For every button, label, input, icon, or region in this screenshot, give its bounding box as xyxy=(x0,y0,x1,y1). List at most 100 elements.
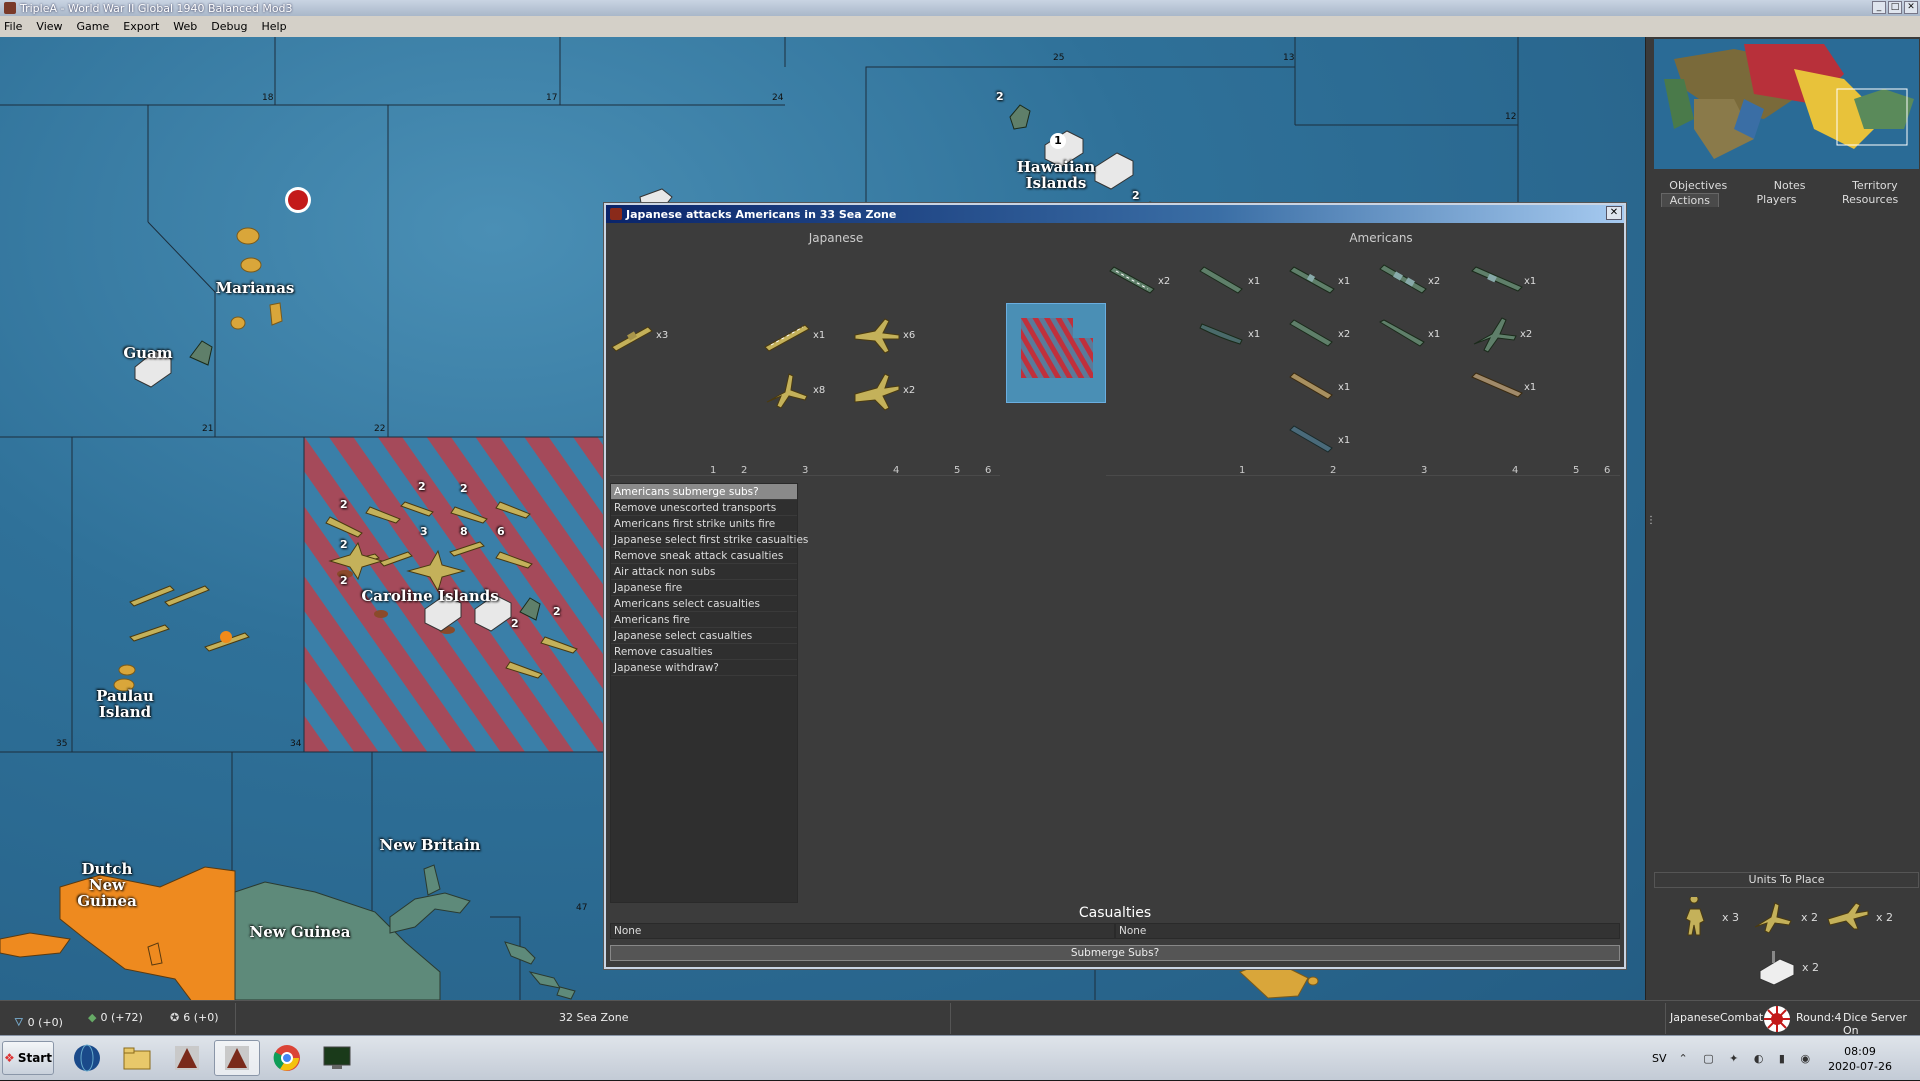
zone-number: 25 xyxy=(1053,53,1065,63)
dialog-close-button[interactable]: ✕ xyxy=(1606,206,1622,220)
zone-number: 22 xyxy=(374,424,386,434)
close-window-button[interactable]: ✕ xyxy=(1904,1,1918,14)
unit-count: 2 xyxy=(553,605,561,618)
battleship-icon xyxy=(1471,266,1523,292)
fighter-icon xyxy=(1473,317,1517,353)
defender-casualties: None xyxy=(1115,923,1620,939)
menu-debug[interactable]: Debug xyxy=(211,20,247,33)
tray-icons[interactable]: ⌃ ▢ ✦ ◐ ▮ ◉ xyxy=(1679,1052,1817,1065)
submerge-subs-button[interactable]: Submerge Subs? xyxy=(610,945,1620,961)
factory-icon xyxy=(1759,951,1795,985)
territory-label-paulau-island[interactable]: Paulau Island xyxy=(90,688,160,720)
battle-step[interactable]: Japanese fire xyxy=(611,580,797,596)
bomber-icon xyxy=(1827,902,1869,930)
territory-label-caroline-islands[interactable]: Caroline Islands xyxy=(360,588,500,604)
menu-file[interactable]: File xyxy=(4,20,22,33)
tactical-bomber-icon xyxy=(854,318,900,354)
taskbar-app-chrome[interactable] xyxy=(264,1040,310,1076)
place-unit-fighter[interactable]: x 2 xyxy=(1751,897,1818,937)
clock[interactable]: 08:09 2020-07-26 xyxy=(1828,1044,1892,1074)
battleship-icon xyxy=(1471,372,1523,398)
menu-web[interactable]: Web xyxy=(173,20,197,33)
battle-step[interactable]: Air attack non subs xyxy=(611,564,797,580)
zone-number: 18 xyxy=(262,93,274,103)
battle-step[interactable]: Americans submerge subs? xyxy=(611,484,797,500)
menu-export[interactable]: Export xyxy=(123,20,159,33)
battle-step[interactable]: Japanese select casualties xyxy=(611,628,797,644)
defender-unit-carrier: x2 xyxy=(1106,261,1170,301)
territory-label-new-guinea[interactable]: New Guinea xyxy=(245,924,355,940)
minimize-button[interactable]: _ xyxy=(1872,1,1886,14)
unit-count: 6 xyxy=(497,525,505,538)
tab-row-top: Objectives Notes Territory xyxy=(1646,179,1920,192)
battle-steps-list[interactable]: Americans submerge subs? Remove unescort… xyxy=(610,483,808,903)
destroyer-icon xyxy=(1289,425,1333,453)
attacker-dice-column: 1 xyxy=(710,465,717,476)
triplea-app-icon xyxy=(610,208,622,220)
defender-unit-cruiser: x1 xyxy=(1286,261,1350,301)
battle-step[interactable]: Remove casualties xyxy=(611,644,797,660)
tab-resources[interactable]: Resources xyxy=(1834,193,1906,207)
taskbar-app-terminal[interactable] xyxy=(314,1040,360,1076)
unit-count: 2 xyxy=(340,574,348,587)
minimap[interactable] xyxy=(1654,39,1919,169)
tab-actions[interactable]: Actions xyxy=(1660,193,1719,207)
defender-dice-column: 5 xyxy=(1573,465,1580,476)
victory-points: ✪ 6 (+0) xyxy=(170,1011,219,1024)
menu-game[interactable]: Game xyxy=(77,20,110,33)
unit-count: 2 xyxy=(340,498,348,511)
defender-dice-column: 6 xyxy=(1604,465,1611,476)
unit-count: 8 xyxy=(460,525,468,538)
territory-label-hawaiian-islands[interactable]: Hawaiian Islands xyxy=(1010,159,1102,191)
battle-step[interactable]: Remove sneak attack casualties xyxy=(611,548,797,564)
menu-view[interactable]: View xyxy=(36,20,62,33)
battle-step[interactable]: Japanese select first strike casualties xyxy=(611,532,808,548)
zone-number: 24 xyxy=(772,93,784,103)
attacker-casualties: None xyxy=(610,923,1115,939)
battle-step[interactable]: Japanese withdraw? xyxy=(611,660,797,676)
casualties-heading: Casualties xyxy=(1078,905,1152,921)
territory-label-dutch-new-guinea[interactable]: Dutch New Guinea xyxy=(72,861,142,909)
tab-notes[interactable]: Notes xyxy=(1766,179,1814,192)
territory-label-new-britain[interactable]: New Britain xyxy=(375,837,485,853)
defender-unit-submarine: x1 xyxy=(1196,314,1260,354)
zone-number: 17 xyxy=(546,93,558,103)
taskbar-app-browser[interactable] xyxy=(64,1040,110,1076)
tab-territory[interactable]: Territory xyxy=(1844,179,1906,192)
taskbar-app-triplea-game[interactable] xyxy=(214,1040,260,1076)
taskbar-app-triplea-lobby[interactable] xyxy=(164,1040,210,1076)
unit-count: 1 xyxy=(1050,133,1066,149)
defender-header: Americans xyxy=(1349,231,1413,245)
territory-label-marianas[interactable]: Marianas xyxy=(215,280,295,296)
start-button[interactable]: ❖ Start xyxy=(2,1041,54,1075)
place-unit-factory[interactable]: x 2 xyxy=(1756,949,1819,985)
place-unit-bomber[interactable]: x 2 xyxy=(1826,897,1893,937)
tab-objectives[interactable]: Objectives xyxy=(1661,179,1735,192)
destroyer-icon xyxy=(1199,266,1243,294)
battle-dialog-title-bar[interactable]: Japanese attacks Americans in 33 Sea Zon… xyxy=(606,205,1624,223)
defender-dice-column: 2 xyxy=(1330,465,1337,476)
place-unit-infantry[interactable]: x 3 xyxy=(1676,897,1739,937)
battle-step[interactable]: Americans select casualties xyxy=(611,596,797,612)
territory-label-guam[interactable]: Guam xyxy=(118,345,178,361)
battle-step[interactable]: Americans first strike units fire xyxy=(611,516,797,532)
tech-flask-icon: 🜄 xyxy=(14,1016,24,1029)
defender-unit-battleship: x1 xyxy=(1468,261,1536,301)
battle-title: Japanese attacks Americans in 33 Sea Zon… xyxy=(626,207,897,221)
zone-number: 13 xyxy=(1283,53,1295,63)
triplea-icon xyxy=(175,1046,199,1070)
language-indicator[interactable]: SV xyxy=(1652,1052,1667,1065)
attacker-dice-column: 2 xyxy=(741,465,748,476)
taskbar-app-explorer[interactable] xyxy=(114,1040,160,1076)
battle-step[interactable]: Americans fire xyxy=(611,612,797,628)
maximize-button[interactable]: □ xyxy=(1888,1,1902,14)
battle-territory-image xyxy=(1006,303,1106,403)
panel-splitter-handle[interactable]: ⋮ xyxy=(1646,516,1656,547)
tab-players[interactable]: Players xyxy=(1749,193,1805,207)
fighter-icon xyxy=(766,373,808,409)
battle-step[interactable]: Remove unescorted transports xyxy=(611,500,797,516)
folder-icon xyxy=(123,1047,151,1070)
menu-help[interactable]: Help xyxy=(261,20,286,33)
carrier-icon xyxy=(764,324,810,352)
defender-dice-column: 4 xyxy=(1512,465,1519,476)
